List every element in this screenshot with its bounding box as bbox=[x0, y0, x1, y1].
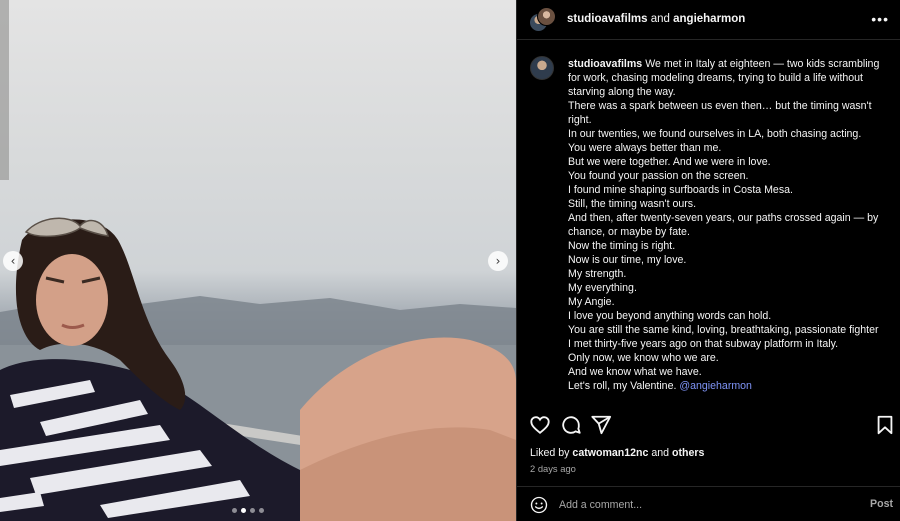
likes-conjunction: and bbox=[651, 447, 670, 459]
mention-link[interactable]: @angieharmon bbox=[679, 380, 752, 392]
caption-line: Still, the timing wasn't ours. bbox=[568, 198, 697, 210]
carousel-dots bbox=[232, 508, 264, 513]
post-details-panel: studioavafilms and angieharmon ••• studi… bbox=[516, 0, 900, 521]
post-caption: studioavafilms We met in Italy at eightee… bbox=[568, 57, 884, 393]
caption-line: And we know what we have. bbox=[568, 366, 702, 378]
collab-avatars[interactable] bbox=[529, 7, 556, 33]
carousel-dot bbox=[259, 508, 264, 513]
share-icon[interactable] bbox=[590, 414, 612, 436]
post-header: studioavafilms and angieharmon ••• bbox=[517, 0, 900, 40]
caption-text: Let's roll, my Valentine. bbox=[568, 380, 677, 392]
caption-scroll-area[interactable]: studioavafilms We met in Italy at eightee… bbox=[517, 41, 900, 403]
caption-line: There was a spark between us even then… … bbox=[568, 100, 872, 126]
post-authors: studioavafilms and angieharmon bbox=[567, 13, 745, 25]
emoji-icon[interactable] bbox=[530, 496, 548, 514]
heart-icon[interactable] bbox=[529, 414, 551, 436]
caption-line: And then, after twenty-seven years, our … bbox=[568, 212, 879, 238]
collaborator-username-link[interactable]: angieharmon bbox=[673, 13, 745, 25]
caption-line: But we were together. And we were in lov… bbox=[568, 156, 771, 168]
carousel-next-button[interactable]: › bbox=[488, 251, 508, 271]
avatar bbox=[537, 7, 556, 26]
carousel-dot bbox=[232, 508, 237, 513]
caption-line: My Angie. bbox=[568, 296, 615, 308]
author-conjunction: and bbox=[650, 13, 670, 25]
bookmark-icon[interactable] bbox=[874, 414, 896, 436]
caption-username-link[interactable]: studioavafilms bbox=[568, 58, 642, 70]
post-comment-button[interactable]: Post bbox=[870, 498, 893, 510]
carousel-dot bbox=[250, 508, 255, 513]
caption-line: I love you beyond anything words can hol… bbox=[568, 310, 772, 322]
caption-line: My everything. bbox=[568, 282, 637, 294]
caption-line: Now is our time, my love. bbox=[568, 254, 687, 266]
carousel-prev-button[interactable]: ‹ bbox=[3, 251, 23, 271]
post-actions bbox=[517, 404, 900, 442]
caption-line: Let's roll, my Valentine. @angieharmon bbox=[568, 379, 884, 393]
caption-line: You were always better than me. bbox=[568, 142, 722, 154]
caption-line: studioavafilms We met in Italy at eightee… bbox=[568, 57, 884, 99]
caption-line: In our twenties, we found ourselves in L… bbox=[568, 128, 862, 140]
comment-icon[interactable] bbox=[560, 414, 582, 436]
author-username-link[interactable]: studioavafilms bbox=[567, 13, 648, 25]
comment-bar: Post bbox=[517, 486, 900, 521]
caption-line: You are still the same kind, loving, bre… bbox=[568, 324, 879, 350]
comment-input[interactable] bbox=[559, 496, 819, 514]
caption-line: Only now, we know who we are. bbox=[568, 352, 719, 364]
others-link[interactable]: others bbox=[672, 447, 704, 459]
avatar[interactable] bbox=[530, 56, 554, 80]
liker-username-link[interactable]: catwoman12nc bbox=[572, 447, 648, 459]
caption-line: Now the timing is right. bbox=[568, 240, 676, 252]
photo-illustration bbox=[0, 0, 516, 521]
caption-line: My strength. bbox=[568, 268, 627, 280]
caption-line: You found your passion on the screen. bbox=[568, 170, 749, 182]
carousel-dot-active bbox=[241, 508, 246, 513]
more-options-icon[interactable]: ••• bbox=[871, 11, 889, 27]
post-photo[interactable]: ‹ › bbox=[0, 0, 516, 521]
post-timestamp[interactable]: 2 days ago bbox=[530, 463, 576, 474]
likes-prefix: Liked by bbox=[530, 447, 570, 459]
caption-line: I found mine shaping surfboards in Costa… bbox=[568, 184, 793, 196]
likes-summary: Liked by catwoman12nc and others bbox=[530, 447, 704, 459]
